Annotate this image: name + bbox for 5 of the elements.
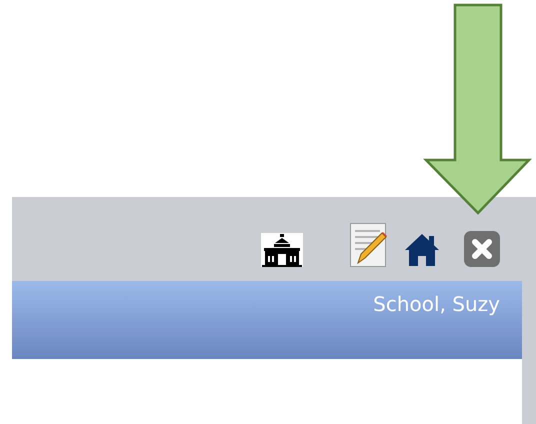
school-building-icon[interactable] [261,233,303,267]
user-name: School, Suzy [373,291,500,318]
home-icon[interactable] [404,233,440,267]
notepad-pencil-icon[interactable] [350,223,387,267]
close-icon[interactable] [464,231,500,267]
